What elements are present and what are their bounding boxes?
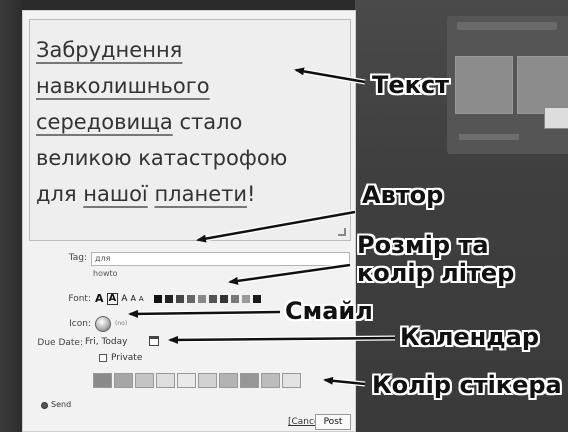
font-color-swatch[interactable] [175,295,184,303]
annotation-calendar: Календар [400,323,540,351]
sticker-color-swatch[interactable] [240,373,259,388]
tag-hint: howto [93,269,118,278]
background-button[interactable] [544,107,568,129]
send-radio[interactable] [41,402,48,409]
font-size-option[interactable]: A [139,294,144,304]
text-line: навколишнього [36,74,210,98]
sticker-color-swatch[interactable] [219,373,238,388]
sticker-editor-panel: Забруднення навколишнього середовища ста… [22,10,356,432]
due-date-label: Due Date: [37,338,83,348]
background-panel-text [459,134,519,140]
annotation-smile: Смайл [285,297,373,325]
due-date-value[interactable]: Fri, Today [85,337,127,347]
resize-handle-icon[interactable] [338,228,346,236]
font-color-swatch[interactable] [230,295,239,303]
text-word: планети [154,182,247,206]
background-sticker-tile[interactable] [455,56,513,114]
tag-input[interactable]: для [91,252,350,266]
sticker-text-area[interactable]: Забруднення навколишнього середовища ста… [29,19,351,241]
background-panel-title [457,22,557,30]
private-label: Private [111,353,143,363]
text-line: великою катастрофою [36,146,288,170]
font-size-option[interactable]: A [130,294,135,304]
font-picker: A A A A A [95,293,261,305]
annotation-size-color-line2: колір літер [357,259,515,287]
annotation-size-color-line1: Розмір та [357,231,489,259]
sticker-color-swatch[interactable] [156,373,175,388]
font-color-swatch[interactable] [241,295,250,303]
text-word: ! [247,182,256,206]
sticker-color-swatch[interactable] [135,373,154,388]
post-button[interactable]: Post [315,414,351,430]
sticker-color-swatch[interactable] [177,373,196,388]
send-label: Send [51,400,72,409]
annotation-author: Автор [362,181,444,209]
font-color-swatch[interactable] [208,295,217,303]
background-left [0,0,22,432]
font-color-swatch[interactable] [153,295,162,303]
sticker-color-swatch[interactable] [261,373,280,388]
sticker-color-swatch[interactable] [93,373,112,388]
private-checkbox[interactable] [99,354,107,362]
annotation-text: Текст [372,71,450,99]
sticker-color-swatch[interactable] [282,373,301,388]
font-color-swatch[interactable] [164,295,173,303]
tag-label: Tag: [68,253,87,263]
smiley-icon[interactable] [95,316,111,332]
font-size-option-selected[interactable]: A [106,293,119,305]
font-size-option[interactable]: A [95,293,104,304]
icon-hint: (no) [115,320,128,327]
text-word: стало [172,110,243,134]
font-color-swatch[interactable] [186,295,195,303]
font-color-swatch[interactable] [219,295,228,303]
calendar-icon[interactable] [149,336,159,346]
sticker-color-swatch[interactable] [114,373,133,388]
icon-label: Icon: [69,319,91,329]
text-word: для [36,182,84,206]
background-sticker-panel [447,16,568,154]
text-line: Забруднення [36,38,183,62]
font-size-option[interactable]: A [121,294,127,304]
text-word: середовища [36,110,173,134]
font-label: Font: [68,294,91,304]
font-color-swatch[interactable] [252,295,261,303]
sticker-color-swatch[interactable] [198,373,217,388]
background-sticker-tile[interactable] [517,56,568,114]
text-word: нашої [83,182,148,206]
font-color-swatch[interactable] [197,295,206,303]
annotation-sticker-color: Колір стікера [372,371,562,399]
